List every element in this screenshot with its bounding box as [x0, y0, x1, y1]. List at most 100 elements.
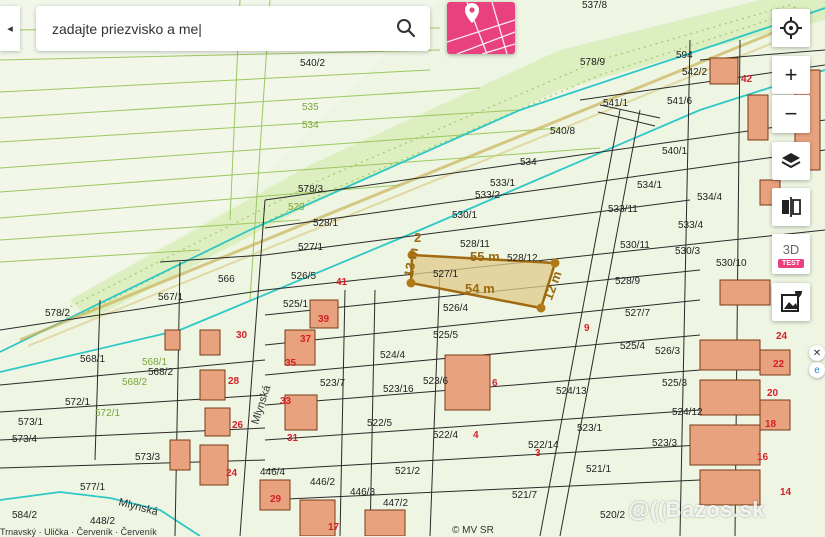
parcel-label: 573/4: [12, 434, 37, 445]
parcel-label: 526/5: [291, 271, 316, 282]
parcel-label: 541/1: [603, 98, 628, 109]
house-number: 31: [287, 433, 299, 444]
cadastre-layer-button[interactable]: [447, 2, 515, 54]
parcel-label: 521/2: [395, 466, 420, 477]
collapse-panel-button[interactable]: ◂: [0, 6, 20, 51]
house-number: 18: [765, 419, 777, 430]
vertex-point[interactable]: [406, 278, 416, 288]
parcel-label: 567/1: [158, 292, 183, 303]
parcel-label: 527/1: [433, 269, 458, 280]
compare-icon: [782, 197, 801, 217]
parcel-label: 523/16: [383, 384, 414, 395]
parcel-label: 533/2: [475, 190, 500, 201]
crosshair-icon: [780, 17, 802, 39]
parcel-label: 573/3: [135, 452, 160, 463]
parcel-label: 541/6: [667, 96, 692, 107]
house-number: 37: [300, 334, 312, 345]
house-number: 17: [328, 522, 340, 533]
parcel-label: 530/11: [620, 240, 650, 251]
close-side-button[interactable]: ✕: [809, 345, 825, 361]
parcel-label: 524/4: [380, 350, 405, 361]
locate-button[interactable]: [772, 9, 810, 47]
zoom-out-button[interactable]: −: [772, 95, 810, 133]
parcel-pin-icon: [447, 2, 515, 54]
compare-button[interactable]: [772, 188, 810, 226]
watermark: @((Bazos.sk: [628, 497, 765, 522]
layers-button[interactable]: [772, 142, 810, 180]
parcel-label: 542/2: [682, 67, 707, 78]
parcel-label: 578/2: [45, 308, 70, 319]
parcel-label: 522/14: [528, 440, 559, 451]
cadastral-map[interactable]: 55 m 54 m 13 m 12 m 2 Mlynská Mlynská 54…: [0, 0, 825, 536]
layers-icon: [781, 153, 801, 169]
field-label: 535: [302, 102, 319, 113]
parcel-label: 578/3: [298, 184, 323, 195]
field-label: 529: [288, 202, 305, 213]
field-label: 568/2: [122, 377, 147, 388]
photo-map-button[interactable]: [772, 283, 810, 321]
parcel-label: 446/2: [310, 477, 335, 488]
test-badge: TEST: [778, 259, 804, 268]
parcel-label: 566: [218, 274, 235, 285]
3d-button[interactable]: 3D TEST: [772, 234, 810, 274]
house-number: 33: [280, 396, 292, 407]
parcel-label: 568/2: [148, 367, 173, 378]
parcel-label: 594: [676, 50, 693, 61]
parcel-label: 528/12: [507, 253, 538, 264]
parcel-label: 573/1: [18, 417, 43, 428]
parcel-label: 525/1: [283, 299, 308, 310]
parcel-label: 525/4: [620, 341, 645, 352]
house-number: 30: [236, 330, 248, 341]
parcel-label: 526/3: [655, 346, 680, 357]
parcel-label: 540/2: [300, 58, 325, 69]
parcel-label: 533/11: [608, 204, 638, 215]
measure-top-label: 55 m: [470, 249, 500, 264]
parcel-label: 537/8: [582, 0, 607, 11]
parcel-label: 523/7: [320, 378, 345, 389]
parcel-label: 521/7: [512, 490, 537, 501]
parcel-label: 540/8: [550, 126, 575, 137]
ie-side-button[interactable]: e: [809, 362, 825, 378]
house-number: 24: [226, 468, 238, 479]
parcel-label: 524/13: [556, 386, 587, 397]
parcel-label: 534/1: [637, 180, 662, 191]
parcel-label: 528/11: [460, 239, 490, 250]
parcel-label: 534: [520, 157, 537, 168]
parcel-label: 525/5: [433, 330, 458, 341]
parcel-label: 448/2: [90, 516, 115, 527]
parcel-label: 527/1: [298, 242, 323, 253]
measure-bottom-label: 54 m: [465, 281, 495, 296]
field-label: 572/1: [95, 408, 120, 419]
parcel-label: 568/1: [80, 354, 105, 365]
parcel-label: 530/3: [675, 246, 700, 257]
house-number: 39: [318, 314, 330, 325]
parcel-label: 530/1: [452, 210, 477, 221]
zoom-in-button[interactable]: +: [772, 56, 810, 94]
parcel-label: 577/1: [80, 482, 105, 493]
field-label: 568/1: [142, 357, 167, 368]
parcel-label: 578/9: [580, 57, 605, 68]
house-number: 28: [228, 376, 240, 387]
parcel-label: 446/4: [260, 467, 285, 478]
search-input[interactable]: [50, 19, 384, 38]
attribution: © MV SR: [452, 525, 494, 536]
house-number: 26: [232, 420, 244, 431]
house-number: 22: [773, 359, 785, 370]
parcel-label: 446/3: [350, 487, 375, 498]
parcel-label: 540/1: [662, 146, 687, 157]
parcel-label: 526/4: [443, 303, 468, 314]
parcel-label: 523/3: [652, 438, 677, 449]
house-number: 9: [584, 323, 590, 334]
vertex-point[interactable]: [536, 303, 546, 313]
house-number: 35: [285, 358, 297, 369]
parcel-label: 572/1: [65, 397, 90, 408]
parcel-label: 534/4: [697, 192, 722, 203]
search-icon[interactable]: [396, 18, 416, 38]
parcel-label: 520/2: [600, 510, 625, 521]
parcel-label: 584/2: [12, 510, 37, 521]
corner-label: 2: [414, 230, 421, 245]
parcel-label: 524/12: [672, 407, 703, 418]
house-number: 42: [741, 74, 753, 85]
vertex-point[interactable]: [550, 258, 560, 268]
image-pin-icon: [781, 291, 802, 312]
